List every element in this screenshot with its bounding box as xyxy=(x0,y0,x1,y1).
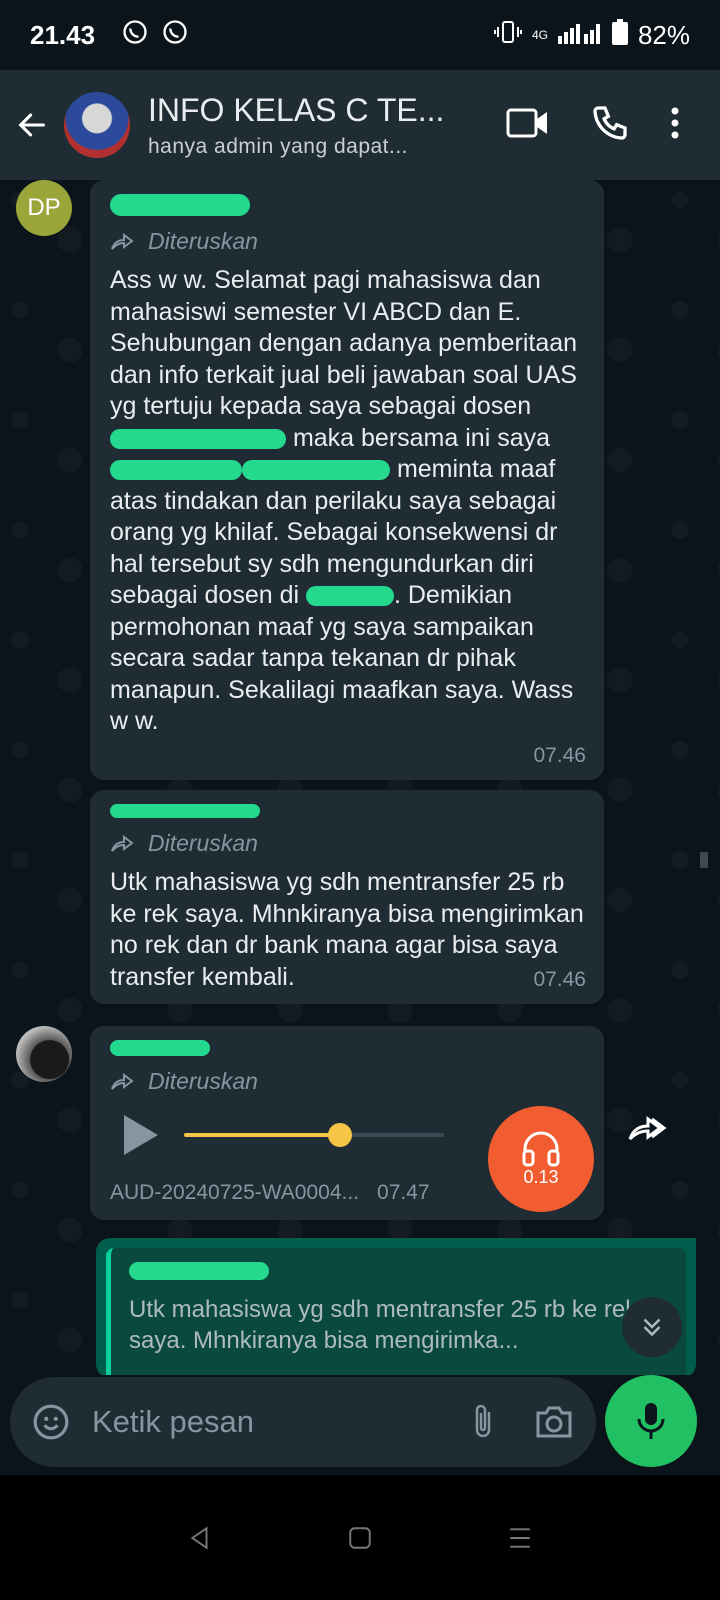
network-type: 4G xyxy=(531,28,548,42)
voice-call-button[interactable] xyxy=(590,103,630,148)
audio-seek-handle[interactable] xyxy=(328,1123,352,1147)
sender-name-redacted xyxy=(110,1040,210,1056)
message-bubble[interactable]: Diteruskan Utk mahasiswa yg sdh mentrans… xyxy=(90,790,604,1004)
message-text: Utk mahasiswa yg sdh mentransfer 25 rb k… xyxy=(110,868,584,991)
microphone-icon xyxy=(637,1403,665,1439)
group-subtitle: hanya admin yang dapat... xyxy=(148,134,409,158)
chat-header: INFO KELAS C TE... hanya admin yang dapa… xyxy=(0,70,720,180)
redacted-name xyxy=(242,460,390,481)
nav-back-icon[interactable] xyxy=(187,1525,213,1551)
back-button[interactable] xyxy=(0,70,64,180)
sender-avatar-photo[interactable] xyxy=(16,1026,72,1082)
quoted-sender-redacted xyxy=(129,1262,269,1280)
message-text: Ass w w. Selamat pagi mahasiswa dan maha… xyxy=(110,265,586,738)
forwarded-label: Diteruskan xyxy=(148,1068,258,1094)
arrow-left-icon xyxy=(18,113,45,137)
whatsapp-notification-icon xyxy=(121,18,149,53)
message-bubble[interactable]: Diteruskan Ass w w. Selamat pagi mahasis… xyxy=(90,180,604,780)
whatsapp-notification-icon-2 xyxy=(161,18,189,53)
voice-record-button[interactable] xyxy=(605,1375,697,1467)
message-input[interactable] xyxy=(92,1404,412,1440)
play-icon xyxy=(124,1115,158,1155)
audio-avatar-button[interactable]: 0.13 xyxy=(488,1106,594,1212)
status-bar: 21.43 4G 82% xyxy=(0,0,720,70)
more-vertical-icon xyxy=(671,107,679,138)
audio-filename: AUD-20240725-WA0004... xyxy=(110,1181,360,1204)
redacted-name xyxy=(110,460,242,481)
group-info[interactable]: INFO KELAS C TE... hanya admin yang dapa… xyxy=(148,92,448,159)
forwarded-label-row: Diteruskan xyxy=(110,830,586,857)
forwarded-icon xyxy=(111,834,134,852)
message-time: 07.47 xyxy=(377,1181,430,1204)
signal-icon xyxy=(557,20,602,51)
vibrate-icon xyxy=(493,20,522,51)
play-button[interactable] xyxy=(110,1105,170,1165)
video-camera-icon xyxy=(506,108,547,137)
forwarded-label: Diteruskan xyxy=(148,228,258,254)
forwarded-label-row: Diteruskan xyxy=(110,1068,586,1095)
quoted-message[interactable]: Utk mahasiswa yg sdh mentransfer 25 rb k… xyxy=(106,1248,686,1375)
message-text-part: maka bersama ini saya xyxy=(286,423,551,452)
redacted-institution xyxy=(305,586,394,607)
quoted-text: Utk mahasiswa yg sdh mentransfer 25 rb k… xyxy=(129,1296,638,1354)
forwarded-icon xyxy=(111,232,134,250)
status-time: 21.43 xyxy=(30,19,96,50)
message-text-part: Ass w w. Selamat pagi mahasiswa dan maha… xyxy=(110,266,578,420)
sender-avatar[interactable]: DP xyxy=(16,180,72,236)
double-chevron-down-icon xyxy=(643,1318,661,1337)
more-options-button[interactable] xyxy=(670,106,680,145)
chat-area[interactable]: DP Diteruskan Ass w w. Selamat pagi maha… xyxy=(0,180,720,1375)
outgoing-message-bubble[interactable]: Utk mahasiswa yg sdh mentransfer 25 rb k… xyxy=(96,1238,696,1375)
group-avatar[interactable] xyxy=(64,92,130,158)
attach-icon[interactable] xyxy=(470,1402,496,1442)
camera-icon[interactable] xyxy=(534,1405,574,1439)
forward-icon xyxy=(628,1116,667,1141)
audio-progress xyxy=(184,1133,340,1137)
forward-button[interactable] xyxy=(618,1098,678,1158)
audio-duration: 0.13 xyxy=(523,1166,559,1187)
scroll-to-bottom-button[interactable] xyxy=(622,1297,682,1357)
message-input-container[interactable] xyxy=(10,1377,596,1467)
nav-recents-icon[interactable] xyxy=(507,1525,533,1551)
scroll-indicator xyxy=(700,852,708,868)
system-navigation-bar xyxy=(0,1475,720,1600)
audio-seek-bar[interactable] xyxy=(184,1123,444,1147)
battery-percent: 82% xyxy=(637,19,690,50)
sender-name-redacted xyxy=(110,804,260,818)
sender-name-redacted xyxy=(110,194,250,216)
emoji-icon[interactable] xyxy=(32,1403,70,1441)
group-title: INFO KELAS C TE... xyxy=(148,91,445,128)
redacted-name xyxy=(110,428,286,449)
battery-icon xyxy=(611,18,628,52)
nav-home-icon[interactable] xyxy=(347,1525,373,1551)
headphones-icon xyxy=(522,1131,560,1166)
phone-icon xyxy=(593,105,627,140)
message-time: 07.46 xyxy=(533,744,586,767)
forwarded-icon xyxy=(111,1072,134,1090)
message-time: 07.46 xyxy=(533,968,586,991)
video-call-button[interactable] xyxy=(506,106,550,145)
forwarded-label: Diteruskan xyxy=(148,830,258,856)
forwarded-label-row: Diteruskan xyxy=(110,228,586,255)
